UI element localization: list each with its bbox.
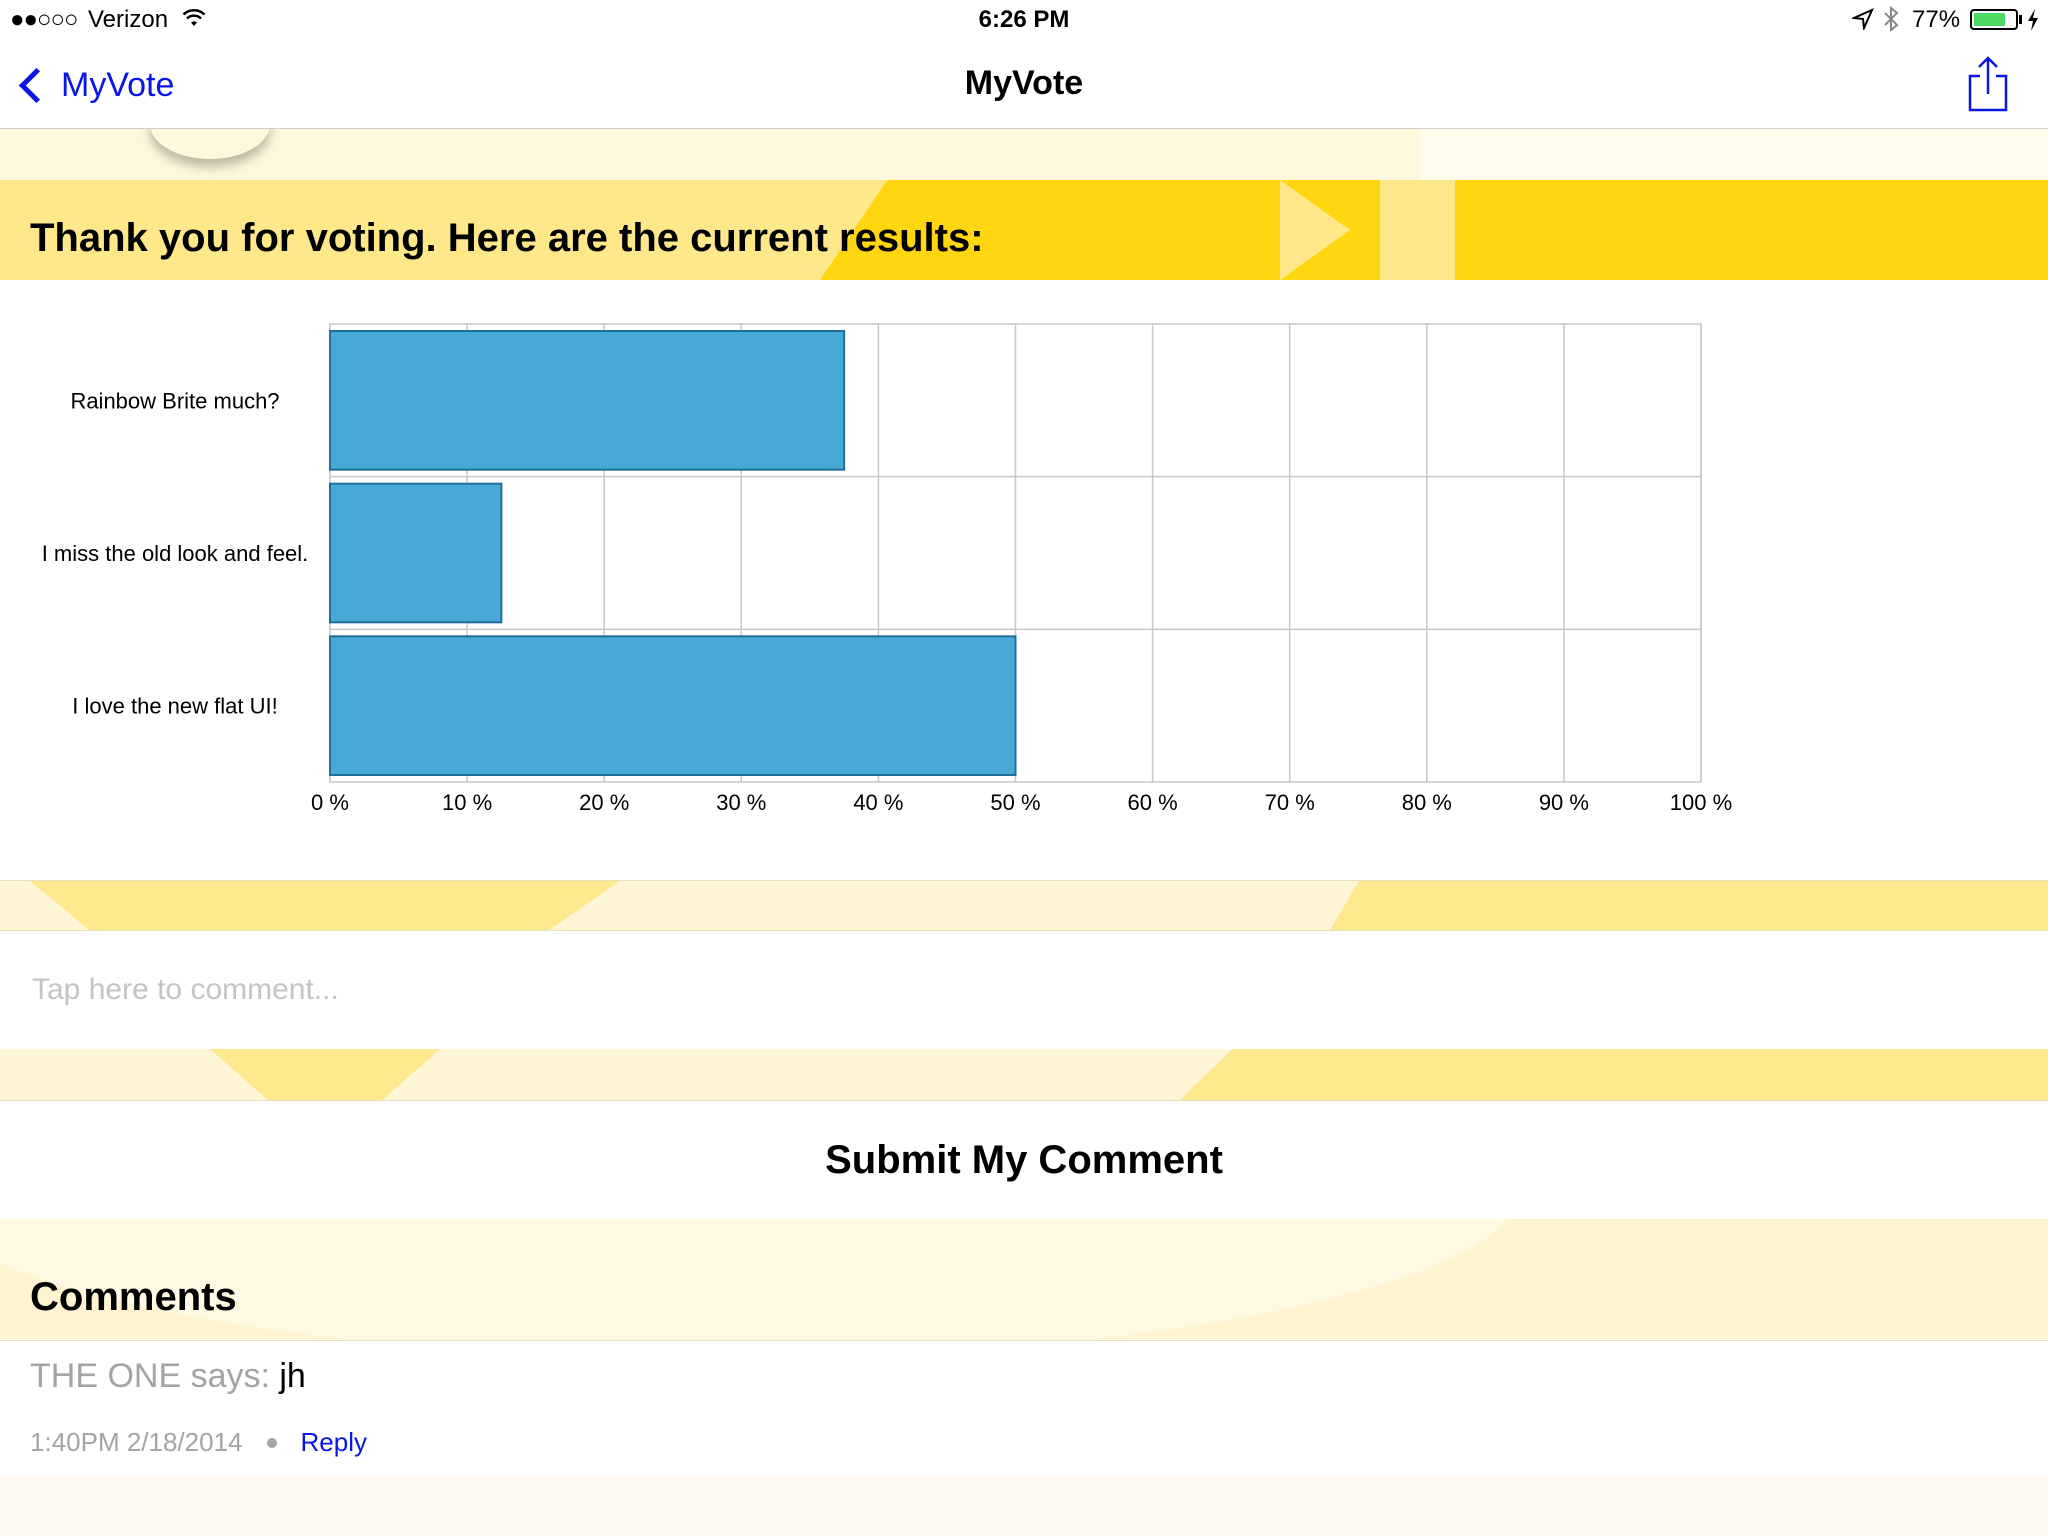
x-tick-label: 20 %	[579, 790, 629, 815]
bar-chart: 0 % 10 % 20 % 30 % 40 % 50 % 60 % 70 % 80 % 90 % 1…	[42, 323, 1732, 815]
comments-title: Comments	[30, 1275, 237, 1319]
bluetooth-icon	[1884, 6, 1899, 32]
battery-cap	[2019, 15, 2022, 24]
battery-percent: 77%	[1912, 6, 1961, 33]
decorative-band	[0, 881, 2048, 930]
bar	[329, 482, 503, 624]
x-tick-label: 0 %	[311, 790, 349, 815]
comment-author: THE ONE	[30, 1357, 182, 1395]
x-tick-label: 60 %	[1128, 790, 1178, 815]
comments-header: Comments	[0, 1219, 2048, 1339]
category-label: I miss the old look and feel.	[42, 541, 309, 566]
decorative-shape	[30, 881, 620, 930]
status-bar: ●●○○○ Verizon 6:26 PM 77%	[0, 0, 2048, 40]
reply-link[interactable]: Reply	[301, 1427, 367, 1458]
x-tick-label: 100 %	[1670, 790, 1732, 815]
results-chart: 0 % 10 % 20 % 30 % 40 % 50 % 60 % 70 % 80 % 90 % 1…	[0, 280, 2048, 881]
page-title: MyVote	[964, 64, 1084, 102]
location-icon	[1852, 8, 1874, 30]
comment-body: jh	[279, 1357, 306, 1395]
x-tick-label: 90 %	[1539, 790, 1589, 815]
x-tick-label: 50 %	[990, 790, 1040, 815]
battery-icon	[1970, 9, 2018, 30]
x-tick-label: 40 %	[853, 790, 903, 815]
status-time: 6:26 PM	[978, 6, 1070, 33]
decorative-band-top	[0, 129, 2048, 180]
comment-input[interactable]	[30, 961, 2014, 1019]
separator-dot	[266, 1437, 277, 1448]
decorative-band-bottom	[0, 1476, 2048, 1536]
decorative-shape	[150, 129, 270, 159]
x-tick-label: 80 %	[1402, 790, 1452, 815]
x-tick-label: 30 %	[716, 790, 766, 815]
comment-timestamp: 1:40PM 2/18/2014	[30, 1427, 243, 1457]
x-tick-label: 70 %	[1265, 790, 1315, 815]
decorative-shape	[1180, 1049, 2048, 1100]
bar	[329, 635, 1017, 777]
comment-box	[0, 930, 2048, 1050]
decorative-wedge	[1455, 180, 2048, 280]
results-header: Thank you for voting. Here are the curre…	[0, 180, 2048, 280]
decorative-shape	[1330, 881, 2048, 930]
category-label: I love the new flat UI!	[72, 694, 277, 719]
submit-comment-button[interactable]: Submit My Comment	[0, 1100, 2048, 1220]
share-icon[interactable]	[1966, 54, 2010, 114]
category-label: Rainbow Brite much?	[70, 388, 279, 413]
x-tick-label: 10 %	[442, 790, 492, 815]
comment-says-label: says:	[181, 1357, 280, 1395]
comment-item: THE ONE says: jh 1:40PM 2/18/2014 Reply	[0, 1340, 2048, 1477]
comment-meta: 1:40PM 2/18/2014 Reply	[30, 1427, 367, 1458]
charging-icon	[2028, 9, 2038, 31]
bar	[329, 330, 846, 471]
results-heading: Thank you for voting. Here are the curre…	[30, 216, 984, 260]
decorative-shape	[1420, 129, 2048, 180]
navigation-bar: MyVote MyVote	[0, 40, 2048, 129]
comment-text-line: THE ONE says: jh	[30, 1357, 306, 1396]
decorative-band	[0, 1049, 2048, 1100]
decorative-shape	[210, 1049, 440, 1100]
